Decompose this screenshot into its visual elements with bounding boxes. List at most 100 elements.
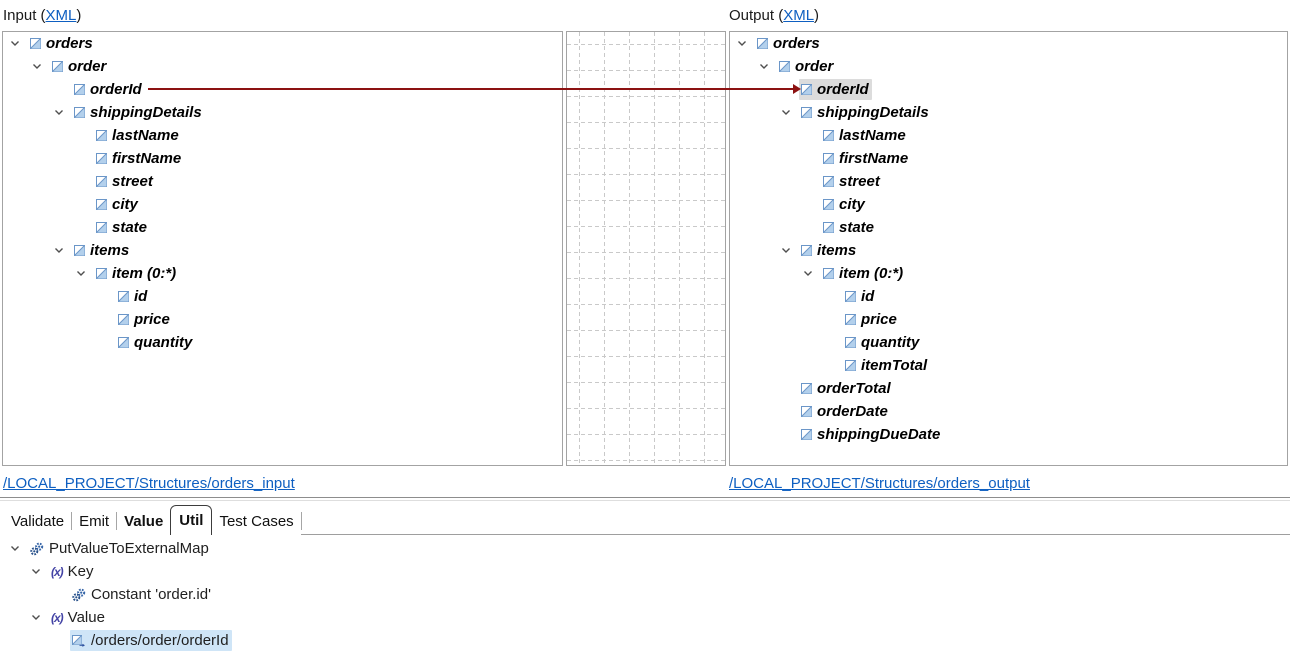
input-tree-item-firstname[interactable]: firstName <box>3 147 562 170</box>
output-tree-item-item-0[interactable]: item (0:*) <box>730 262 1287 285</box>
input-tree-item-city[interactable]: city <box>3 193 562 216</box>
mapping-arrowhead-icon <box>793 84 801 94</box>
output-tree-item-quantity[interactable]: quantity <box>730 331 1287 354</box>
chevron-down-icon[interactable] <box>780 109 799 116</box>
tree-item-content: price <box>116 309 173 330</box>
tree-item-label: id <box>134 288 147 305</box>
output-tree-item-shippingduedate[interactable]: shippingDueDate <box>730 423 1287 446</box>
input-tree-item-items[interactable]: items <box>3 239 562 262</box>
output-tree-item-firstname[interactable]: firstName <box>730 147 1287 170</box>
tree-item-content: PutValueToExternalMap <box>28 538 212 559</box>
output-tree-item-lastname[interactable]: lastName <box>730 124 1287 147</box>
util-tree-item-value[interactable]: (x)Value <box>0 606 1290 629</box>
output-tree-item-street[interactable]: street <box>730 170 1287 193</box>
xml-element-icon <box>823 176 834 187</box>
chevron-down-icon[interactable] <box>802 270 821 277</box>
output-tree-item-orderid[interactable]: orderId <box>730 78 1287 101</box>
tree-item-content: orders <box>28 33 96 54</box>
tab-emit[interactable]: Emit <box>72 507 116 535</box>
chevron-down-icon[interactable] <box>780 247 799 254</box>
chevron-down-icon[interactable] <box>9 545 28 552</box>
input-tree-item-shippingdetails[interactable]: shippingDetails <box>3 101 562 124</box>
input-tree-item-street[interactable]: street <box>3 170 562 193</box>
input-tree-item-id[interactable]: id <box>3 285 562 308</box>
output-tree-item-orderdate[interactable]: orderDate <box>730 400 1287 423</box>
input-tree-item-orders[interactable]: orders <box>3 32 562 55</box>
tree-item-content: id <box>843 286 877 307</box>
tree-item-label: id <box>861 288 874 305</box>
input-tree-item-lastname[interactable]: lastName <box>3 124 562 147</box>
tree-item-label: price <box>134 311 170 328</box>
output-tree-item-items[interactable]: items <box>730 239 1287 262</box>
output-tree-item-state[interactable]: state <box>730 216 1287 239</box>
horizontal-splitter[interactable] <box>0 497 1290 498</box>
input-tree-item-order[interactable]: order <box>3 55 562 78</box>
xml-element-icon <box>118 337 129 348</box>
input-tree-item-state[interactable]: state <box>3 216 562 239</box>
fx-icon: (x) <box>51 611 63 625</box>
xml-element-icon <box>845 360 856 371</box>
output-source-link[interactable]: /LOCAL_PROJECT/Structures/orders_output <box>729 475 1030 492</box>
tree-item-label: lastName <box>112 127 179 144</box>
util-tree-item-key[interactable]: (x)Key <box>0 560 1290 583</box>
output-tree-item-shippingdetails[interactable]: shippingDetails <box>730 101 1287 124</box>
tree-item-content: orderDate <box>799 401 891 422</box>
xml-element-icon <box>801 107 812 118</box>
output-tree-item-id[interactable]: id <box>730 285 1287 308</box>
tree-item-content: lastName <box>821 125 909 146</box>
input-xml-link[interactable]: XML <box>46 7 77 24</box>
input-tree: ordersorderorderIdshippingDetailslastNam… <box>3 32 562 354</box>
chevron-down-icon[interactable] <box>31 63 50 70</box>
input-tree-item-quantity[interactable]: quantity <box>3 331 562 354</box>
tree-item-content: orders <box>755 33 823 54</box>
output-tree-item-order[interactable]: order <box>730 55 1287 78</box>
chevron-down-icon[interactable] <box>736 40 755 47</box>
xml-element-icon <box>96 268 107 279</box>
chevron-down-icon[interactable] <box>53 109 72 116</box>
tree-item-content: item (0:*) <box>821 263 906 284</box>
util-tree-item-constant-order-id[interactable]: Constant 'order.id' <box>0 583 1290 606</box>
tree-item-label: firstName <box>112 150 181 167</box>
tree-item-content: orderTotal <box>799 378 894 399</box>
chevron-down-icon[interactable] <box>75 270 94 277</box>
output-tree-item-orders[interactable]: orders <box>730 32 1287 55</box>
mapping-line-orderid[interactable] <box>148 88 793 90</box>
chevron-down-icon[interactable] <box>758 63 777 70</box>
xml-element-icon <box>801 383 812 394</box>
input-tree-item-price[interactable]: price <box>3 308 562 331</box>
xml-element-icon <box>845 291 856 302</box>
chevron-down-icon[interactable] <box>53 247 72 254</box>
output-tree-item-ordertotal[interactable]: orderTotal <box>730 377 1287 400</box>
output-xml-link[interactable]: XML <box>783 7 814 24</box>
util-tree-item-orders-order-orderid[interactable]: /orders/order/orderId <box>0 629 1290 652</box>
xml-element-icon <box>757 38 768 49</box>
tree-item-content: orderId <box>799 79 872 100</box>
output-title-suffix: ) <box>814 7 819 24</box>
xml-element-icon <box>801 245 812 256</box>
tab-value[interactable]: Value <box>117 507 170 535</box>
tree-item-content: Constant 'order.id' <box>70 584 214 605</box>
fx-icon: (x) <box>51 565 63 579</box>
chevron-down-icon[interactable] <box>9 40 28 47</box>
output-tree-item-price[interactable]: price <box>730 308 1287 331</box>
xml-element-icon <box>801 84 812 95</box>
tab-test-cases[interactable]: Test Cases <box>212 507 300 535</box>
chevron-down-icon[interactable] <box>30 614 49 621</box>
tree-item-label: shippingDueDate <box>817 426 940 443</box>
tabstrip-baseline <box>260 534 1290 535</box>
tree-item-label: lastName <box>839 127 906 144</box>
tab-util[interactable]: Util <box>170 505 212 535</box>
tree-item-label: order <box>68 58 106 75</box>
tree-item-label: firstName <box>839 150 908 167</box>
tab-validate[interactable]: Validate <box>4 507 71 535</box>
input-tree-item-item-0[interactable]: item (0:*) <box>3 262 562 285</box>
tree-item-label: street <box>112 173 153 190</box>
mapping-grid-canvas[interactable] <box>566 31 726 466</box>
output-tree-item-city[interactable]: city <box>730 193 1287 216</box>
tree-item-content: firstName <box>94 148 184 169</box>
chevron-down-icon[interactable] <box>30 568 49 575</box>
xml-element-icon <box>845 314 856 325</box>
input-source-link[interactable]: /LOCAL_PROJECT/Structures/orders_input <box>3 475 295 492</box>
output-tree-item-itemtotal[interactable]: itemTotal <box>730 354 1287 377</box>
util-tree-item-putvaluetoexternalmap[interactable]: PutValueToExternalMap <box>0 537 1290 560</box>
